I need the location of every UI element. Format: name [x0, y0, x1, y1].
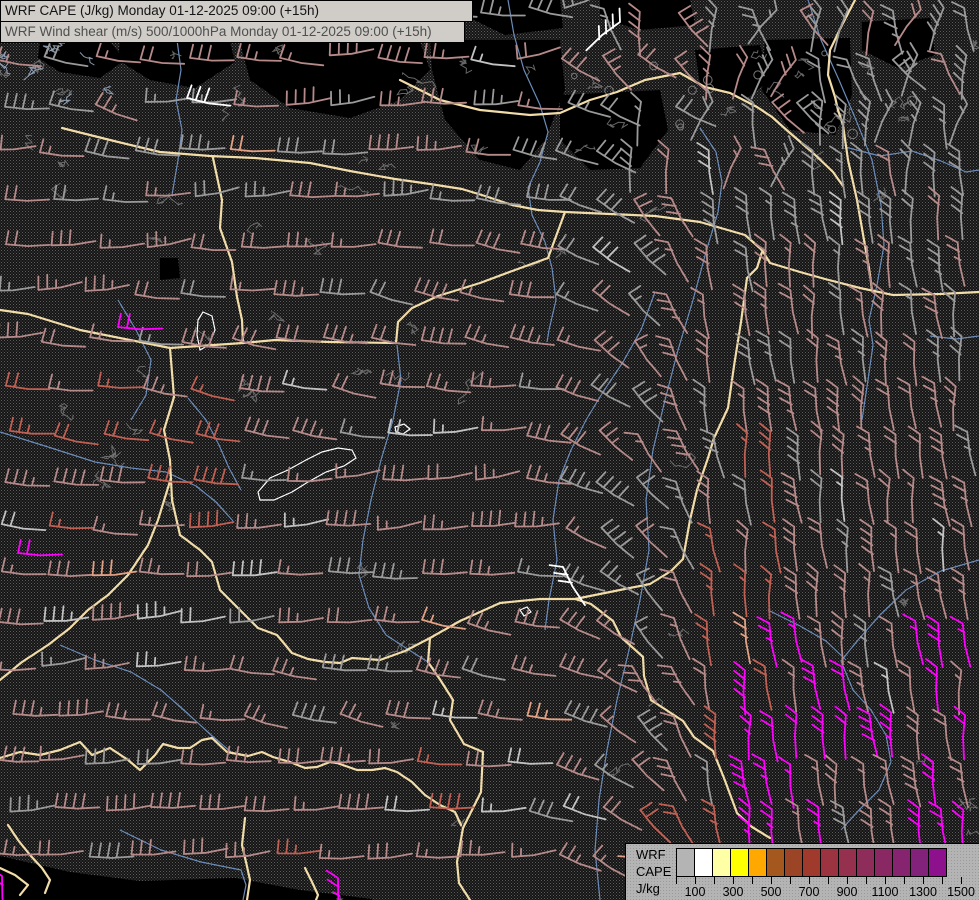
legend-tick [923, 877, 924, 884]
weather-map-app: WRF CAPE (J/kg) Monday 01-12-2025 09:00 … [0, 0, 979, 900]
legend-box [892, 848, 911, 877]
legend-tick [866, 877, 867, 884]
legend-tick [828, 877, 829, 884]
legend-box [838, 848, 857, 877]
legend-box [784, 848, 803, 877]
legend-box [928, 848, 947, 877]
legend-box [802, 848, 821, 877]
cape-legend: WRF CAPE J/kg 100 300 500 700 900 1100 1300 150… [625, 843, 979, 900]
legend-tick [733, 877, 734, 884]
legend-tick-label: 1300 [909, 885, 937, 899]
legend-label-unit: J/kg [636, 881, 660, 896]
legend-tick [942, 877, 943, 884]
legend-box [856, 848, 875, 877]
legend-box [910, 848, 929, 877]
legend-box [748, 848, 767, 877]
legend-tick-label: 900 [837, 885, 858, 899]
legend-tick [771, 877, 772, 884]
title-windshear-text: WRF Wind shear (m/s) 500/1000hPa Monday … [5, 24, 432, 39]
legend-box [712, 848, 731, 877]
legend-label-wrf: WRF [636, 847, 666, 862]
legend-tick [695, 877, 696, 884]
title-bar-windshear: WRF Wind shear (m/s) 500/1000hPa Monday … [0, 21, 465, 43]
legend-tick-label: 300 [723, 885, 744, 899]
legend-tick [904, 877, 905, 884]
legend-box [874, 848, 893, 877]
legend-tick [885, 877, 886, 884]
title-bar-cape: WRF CAPE (J/kg) Monday 01-12-2025 09:00 … [0, 0, 473, 22]
legend-tick-label: 1500 [947, 885, 975, 899]
legend-tick-label: 100 [685, 885, 706, 899]
legend-box [694, 848, 713, 877]
legend-box [676, 848, 695, 877]
legend-tick-label: 700 [799, 885, 820, 899]
legend-tick-label: 1100 [872, 885, 899, 899]
legend-tick [847, 877, 848, 884]
legend-tick [714, 877, 715, 884]
legend-box [766, 848, 785, 877]
legend-tick [676, 877, 677, 884]
legend-tick-label: 500 [761, 885, 782, 899]
legend-tick [752, 877, 753, 884]
legend-box [730, 848, 749, 877]
legend-label-cape: CAPE [636, 864, 671, 879]
legend-box [820, 848, 839, 877]
legend-color-scale [676, 848, 946, 877]
legend-tick [790, 877, 791, 884]
title-cape-text: WRF CAPE (J/kg) Monday 01-12-2025 09:00 … [5, 3, 319, 18]
map-canvas [0, 0, 979, 900]
legend-tick [961, 877, 962, 884]
legend-tick [809, 877, 810, 884]
